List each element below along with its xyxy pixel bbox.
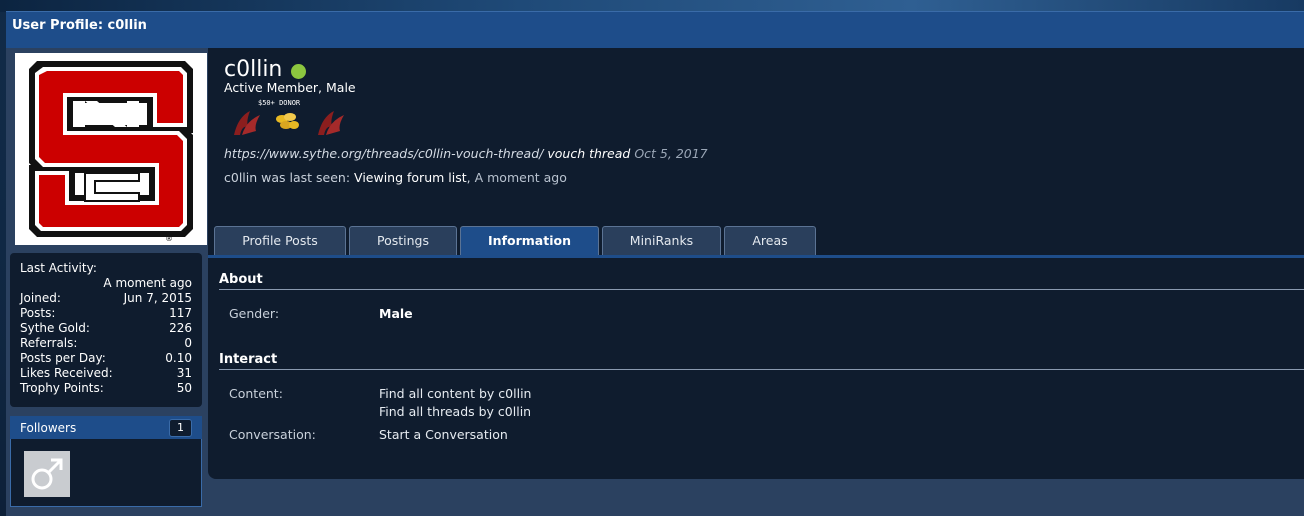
find-all-content-link[interactable]: Find all content by c0llin [379, 386, 531, 401]
profile-tabs: Profile Posts Postings Information MiniR… [214, 226, 819, 256]
stat-trophy-points: Trophy Points: 50 [20, 381, 192, 396]
stat-label: Joined: [20, 291, 61, 305]
last-seen-activity[interactable]: Viewing forum list [354, 170, 467, 185]
find-all-threads-link[interactable]: Find all threads by c0llin [379, 404, 531, 419]
stat-value[interactable]: 117 [169, 306, 192, 321]
content-label: Content: [229, 386, 283, 401]
donor-badge-graphic: $50+ DONOR [234, 99, 344, 135]
user-title: Active Member, Male [224, 80, 356, 95]
stat-likes-received: Likes Received: 31 [20, 366, 192, 381]
online-status-icon [291, 63, 307, 79]
stat-value: 0 [184, 336, 192, 350]
left-wing-icon [234, 111, 260, 135]
nc-state-logo-icon: ® [29, 61, 193, 243]
tab-postings[interactable]: Postings [349, 226, 457, 256]
status-url[interactable]: https://www.sythe.org/threads/c0llin-vou… [224, 146, 543, 161]
tab-profile-posts[interactable]: Profile Posts [214, 226, 346, 256]
page-title: User Profile: c0llin [6, 11, 1304, 48]
donor-badge-text: $50+ DONOR [258, 99, 301, 107]
stat-label: Trophy Points: [20, 381, 104, 395]
last-seen-separator: , [466, 170, 471, 185]
stat-value[interactable]: 50 [177, 381, 192, 396]
about-heading: About [219, 272, 1304, 290]
profile-main-panel [208, 48, 1304, 479]
follower-avatar[interactable] [24, 451, 70, 497]
stat-posts: Posts: 117 [20, 306, 192, 321]
status-text: vouch thread [547, 146, 631, 161]
stat-label: Sythe Gold: [20, 321, 90, 335]
followers-label: Followers [20, 420, 77, 435]
male-symbol-icon [31, 458, 63, 490]
stat-value: 0.10 [165, 351, 192, 365]
gender-label: Gender: [229, 306, 280, 321]
gold-coins-icon [276, 113, 299, 129]
member-stats-panel: Last Activity: A moment ago Joined: Jun … [10, 253, 202, 407]
svg-text:®: ® [165, 234, 173, 243]
followers-header[interactable]: Followers 1 [10, 416, 202, 439]
stat-last-activity: Last Activity: A moment ago [20, 261, 192, 291]
stat-value: Jun 7, 2015 [123, 291, 192, 305]
stat-posts-per-day: Posts per Day: 0.10 [20, 351, 192, 366]
stat-value: A moment ago [103, 276, 192, 290]
username-row: c0llin [224, 57, 307, 82]
stat-referrals: Referrals: 0 [20, 336, 192, 351]
username: c0llin [224, 57, 283, 82]
avatar[interactable]: ® [15, 53, 207, 245]
stat-label: Referrals: [20, 336, 78, 350]
start-conversation-link[interactable]: Start a Conversation [379, 427, 508, 442]
stat-sythe-gold: Sythe Gold: 226 [20, 321, 192, 336]
followers-list [10, 439, 202, 507]
tab-areas[interactable]: Areas [724, 226, 816, 256]
conversation-label: Conversation: [229, 427, 316, 442]
last-seen-prefix: c0llin was last seen: [224, 170, 351, 185]
last-seen: c0llin was last seen: Viewing forum list… [224, 170, 567, 185]
stat-label: Posts: [20, 306, 56, 320]
tab-miniranks[interactable]: MiniRanks [602, 226, 721, 256]
gender-value: Male [379, 306, 413, 321]
stat-joined: Joined: Jun 7, 2015 [20, 291, 192, 306]
stat-value: 226 [169, 321, 192, 335]
tab-information[interactable]: Information [460, 226, 599, 256]
stat-label: Last Activity: [20, 261, 97, 275]
tab-underline [208, 255, 1304, 258]
last-seen-time: A moment ago [474, 170, 567, 185]
stat-label: Likes Received: [20, 366, 113, 380]
followers-count-badge: 1 [169, 418, 192, 437]
status-message: https://www.sythe.org/threads/c0llin-vou… [224, 146, 708, 161]
right-wing-icon [318, 111, 344, 135]
stat-label: Posts per Day: [20, 351, 106, 365]
donor-badge: $50+ DONOR [232, 97, 347, 139]
status-date[interactable]: Oct 5, 2017 [634, 146, 707, 161]
stat-value: 31 [176, 366, 192, 380]
interact-heading: Interact [219, 352, 1304, 370]
